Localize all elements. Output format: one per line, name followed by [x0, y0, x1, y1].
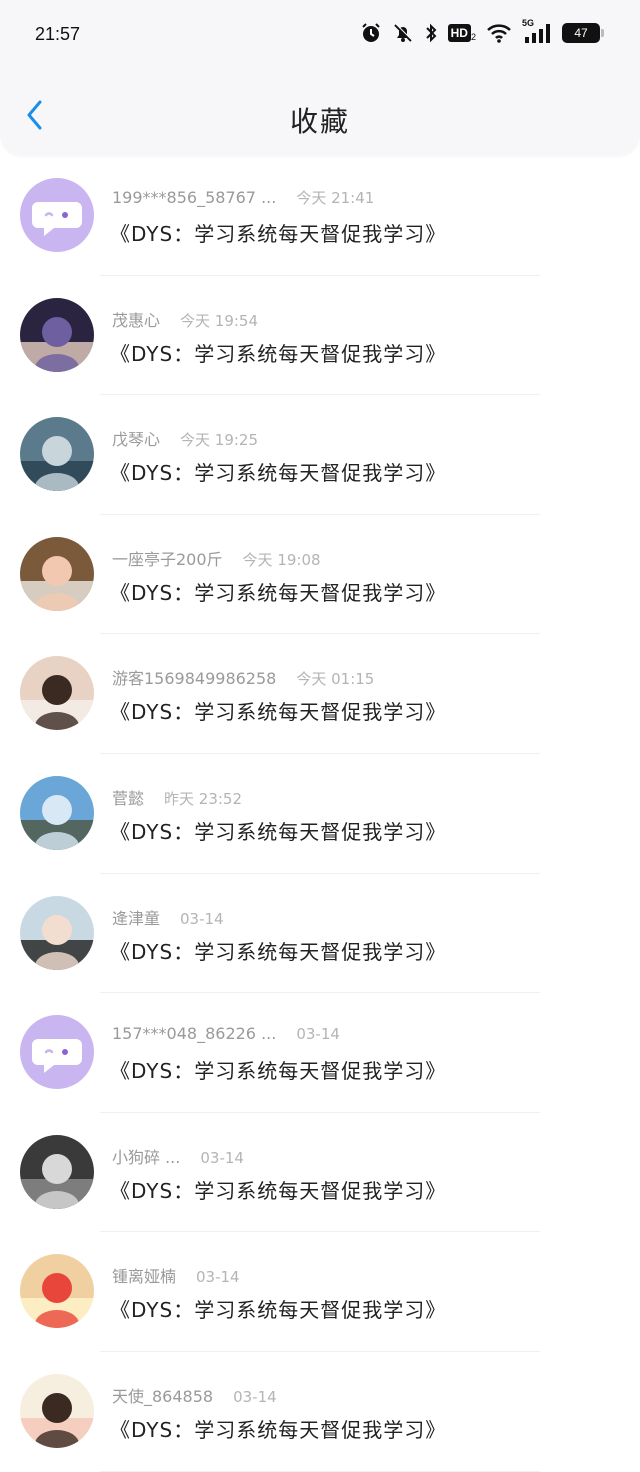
timestamp: 03-14: [200, 1148, 244, 1167]
message-text: 《DYS：学习系统每天督促我学习》: [110, 341, 447, 366]
user-name: 199***856_58767 ...: [112, 188, 277, 207]
item-meta: 茂惠心 今天 19:54: [112, 307, 258, 331]
list-item[interactable]: 157***048_86226 ... 03-14 《DYS：学习系统每天督促我学习…: [0, 993, 640, 1113]
message-text: 《DYS：学习系统每天督促我学习》: [110, 819, 447, 844]
user-name: 锺离娅楠: [112, 1267, 177, 1287]
list-item[interactable]: 天使_864858 03-14 《DYS：学习系统每天督促我学习》: [0, 1352, 640, 1472]
timestamp: 今天 19:25: [180, 431, 259, 450]
header: 收藏: [0, 70, 640, 156]
message-text: 《DYS：学习系统每天督促我学习》: [110, 222, 447, 246]
message-text: 《DYS：学习系统每天督促我学习》: [110, 1417, 447, 1442]
user-name: 戊琴心: [112, 430, 161, 450]
avatar[interactable]: [20, 656, 94, 731]
favorites-list: 199***856_58767 ... 今天 21:41 《DYS：学习系统每天督促…: [0, 156, 640, 1472]
hd-icon: HD 2: [447, 24, 476, 42]
status-time: 21:57: [35, 24, 81, 44]
list-item[interactable]: 游客1569849986258 今天 01:15 《DYS：学习系统每天督促我学习》: [0, 634, 640, 754]
list-item[interactable]: 戊琴心 今天 19:25 《DYS：学习系统每天督促我学习》: [0, 395, 640, 515]
message-text: 《DYS：学习系统每天督促我学习》: [110, 461, 447, 486]
status-bar: 21:57 HD 2 5G 47: [0, 0, 640, 70]
list-item[interactable]: 小狗碎 ... 03-14 《DYS：学习系统每天督促我学习》: [0, 1113, 640, 1233]
user-name: 菅懿: [112, 788, 145, 808]
status-icons: HD 2 5G 47: [360, 18, 604, 44]
item-meta: 小狗碎 ... 03-14: [112, 1144, 244, 1168]
avatar[interactable]: [20, 1015, 94, 1090]
timestamp: 今天 21:41: [296, 189, 375, 207]
item-meta: 锺离娅楠 03-14: [112, 1263, 240, 1287]
message-text: 《DYS：学习系统每天督促我学习》: [110, 700, 447, 725]
user-name: 天使_864858: [112, 1386, 214, 1406]
user-name: 游客1569849986258: [112, 669, 277, 689]
timestamp: 今天 19:54: [180, 311, 259, 330]
page-title: 收藏: [289, 105, 350, 138]
list-item[interactable]: 茂惠心 今天 19:54 《DYS：学习系统每天督促我学习》: [0, 276, 640, 396]
timestamp: 03-14: [233, 1387, 277, 1406]
item-meta: 199***856_58767 ... 今天 21:41: [112, 187, 374, 208]
message-text: 《DYS：学习系统每天督促我学习》: [110, 1298, 447, 1323]
timestamp: 今天 01:15: [296, 670, 375, 689]
timestamp: 03-14: [180, 909, 224, 928]
timestamp: 昨天 23:52: [164, 789, 243, 808]
avatar[interactable]: [20, 1254, 94, 1329]
message-text: 《DYS：学习系统每天督促我学习》: [110, 1178, 447, 1203]
item-meta: 戊琴心 今天 19:25: [112, 426, 258, 450]
user-name: 一座亭子200斤: [112, 549, 223, 569]
message-text: 《DYS：学习系统每天督促我学习》: [110, 939, 447, 964]
item-meta: 天使_864858 03-14: [112, 1383, 277, 1407]
list-item[interactable]: 一座亭子200斤 今天 19:08 《DYS：学习系统每天督促我学习》: [0, 515, 640, 635]
timestamp: 03-14: [196, 1268, 240, 1287]
battery-icon: 47: [562, 23, 604, 43]
avatar[interactable]: [20, 1134, 94, 1209]
timestamp: 03-14: [296, 1025, 340, 1044]
avatar[interactable]: [20, 895, 94, 970]
alarm-icon: [360, 22, 382, 44]
divider: [100, 1470, 540, 1472]
list-item[interactable]: 199***856_58767 ... 今天 21:41 《DYS：学习系统每天督促…: [0, 156, 640, 276]
message-text: 《DYS：学习系统每天督促我学习》: [110, 580, 447, 605]
list-item[interactable]: 菅懿 昨天 23:52 《DYS：学习系统每天督促我学习》: [0, 754, 640, 874]
timestamp: 今天 19:08: [242, 550, 321, 569]
avatar[interactable]: [20, 178, 94, 252]
item-meta: 157***048_86226 ... 03-14: [112, 1024, 340, 1043]
user-name: 逄津童: [112, 908, 161, 928]
user-name: 小狗碎 ...: [112, 1147, 181, 1167]
avatar[interactable]: [20, 775, 94, 850]
list-item[interactable]: 锺离娅楠 03-14 《DYS：学习系统每天督促我学习》: [0, 1232, 640, 1352]
message-text: 《DYS：学习系统每天督促我学习》: [110, 1059, 447, 1084]
mute-bell-icon: [392, 22, 414, 44]
item-meta: 逄津童 03-14: [112, 905, 224, 929]
bluetooth-icon: [424, 22, 438, 44]
list-item[interactable]: 逄津童 03-14 《DYS：学习系统每天督促我学习》: [0, 874, 640, 994]
item-meta: 菅懿 昨天 23:52: [112, 785, 242, 809]
5g-signal-icon: 5G: [522, 18, 552, 44]
user-name: 157***048_86226 ...: [112, 1024, 277, 1044]
avatar[interactable]: [20, 297, 94, 372]
avatar[interactable]: [20, 1373, 94, 1448]
item-meta: 游客1569849986258 今天 01:15: [112, 665, 374, 689]
item-meta: 一座亭子200斤 今天 19:08: [112, 546, 321, 570]
avatar[interactable]: [20, 536, 94, 611]
wifi-icon: [486, 22, 512, 44]
user-name: 茂惠心: [112, 310, 161, 330]
avatar[interactable]: [20, 417, 94, 492]
